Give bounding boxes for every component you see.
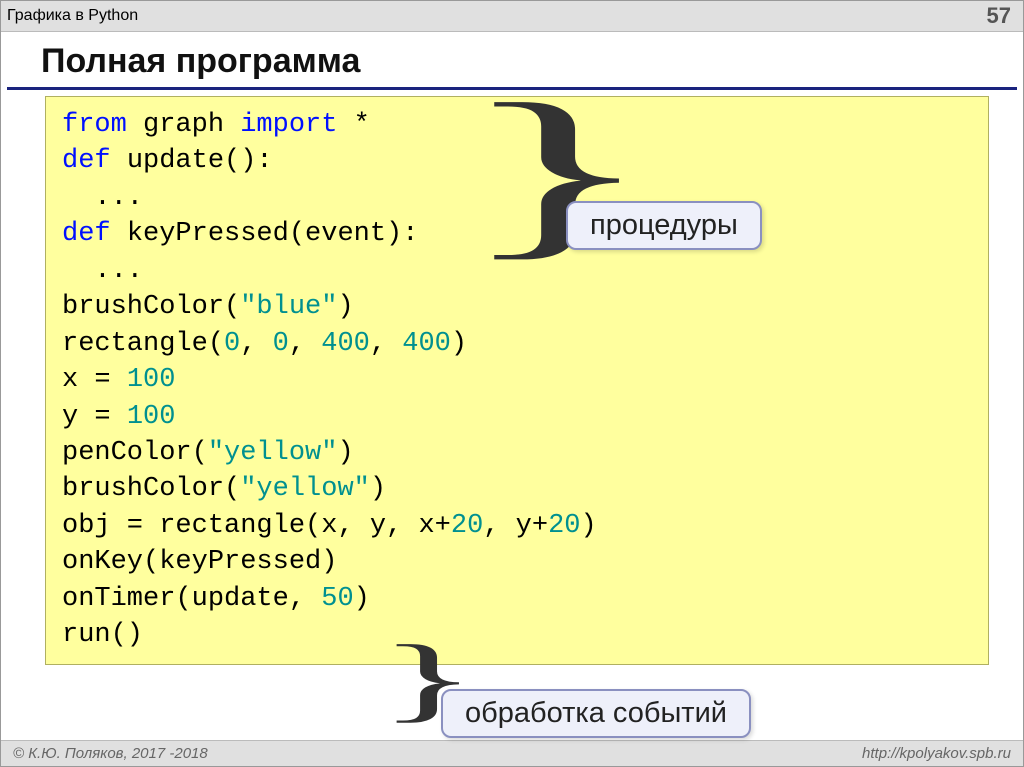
ellipsis1: ...	[62, 183, 143, 213]
ellipsis2: ...	[62, 256, 143, 286]
fn-update: update():	[127, 146, 273, 176]
call-brushcolor1a: brushColor(	[62, 292, 240, 322]
n0a: 0	[224, 329, 240, 359]
n0b: 0	[273, 329, 289, 359]
call-ontimer-a: onTimer(update,	[62, 584, 321, 614]
footer-copyright: © К.Ю. Поляков, 2017 -2018	[13, 745, 208, 762]
kw-import: import	[240, 110, 337, 140]
str-yellow1: "yellow"	[208, 438, 338, 468]
footer-url: http://kpolyakov.spb.ru	[862, 745, 1011, 762]
call-onkey: onKey(keyPressed)	[62, 547, 337, 577]
kw-from: from	[62, 110, 127, 140]
mod-graph: graph	[143, 110, 224, 140]
content-area: from graph import * def update(): ... de…	[1, 96, 1023, 740]
call-brushcolor1b: )	[337, 292, 353, 322]
call-rect-a: rectangle(	[62, 329, 224, 359]
kw-def1: def	[62, 146, 111, 176]
n400a: 400	[321, 329, 370, 359]
obj-rect-a: obj = rectangle(x, y, x+	[62, 511, 451, 541]
kw-def2: def	[62, 219, 111, 249]
assign-y: y =	[62, 402, 127, 432]
n100x: 100	[127, 365, 176, 395]
star: *	[354, 110, 370, 140]
n50: 50	[321, 584, 353, 614]
n100y: 100	[127, 402, 176, 432]
call-brushcolor2a: brushColor(	[62, 474, 240, 504]
n400b: 400	[402, 329, 451, 359]
slide-header: Графика в Python 57	[1, 1, 1023, 32]
n20b: 20	[548, 511, 580, 541]
code-block: from graph import * def update(): ... de…	[45, 96, 989, 665]
fn-keypressed: keyPressed(event):	[127, 219, 419, 249]
call-run: run()	[62, 620, 143, 650]
header-title: Графика в Python	[7, 7, 138, 25]
callout-events: обработка событий	[441, 689, 751, 738]
call-pencolor-a: penColor(	[62, 438, 208, 468]
assign-x: x =	[62, 365, 127, 395]
page-number: 57	[987, 3, 1011, 29]
callout-procedures: процедуры	[566, 201, 762, 250]
str-yellow2: "yellow"	[240, 474, 370, 504]
slide-footer: © К.Ю. Поляков, 2017 -2018 http://kpolya…	[1, 740, 1023, 766]
str-blue: "blue"	[240, 292, 337, 322]
n20a: 20	[451, 511, 483, 541]
section-title: Полная программа	[7, 32, 1017, 90]
slide: Графика в Python 57 Полная программа fro…	[0, 0, 1024, 767]
